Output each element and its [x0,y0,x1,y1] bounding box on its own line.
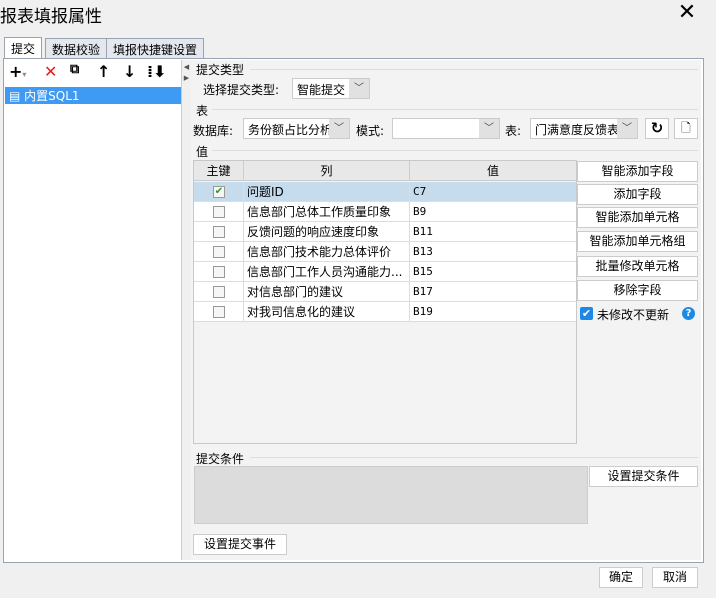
tab-data-validation[interactable]: 数据校验 [45,38,108,59]
value-cell[interactable]: B15 [410,262,576,282]
no-update-checkbox[interactable]: ✔ [580,307,593,320]
field-table: 主键 列 值 ✔ 问题ID C7 信息部门总体工作质量印象 B9 反馈问题的响应… [193,160,577,444]
value-cell[interactable]: B13 [410,242,576,262]
help-icon[interactable]: ? [682,307,695,320]
key-cell [194,282,244,302]
mode-label: 模式: [356,124,385,138]
header-value[interactable]: 值 [410,161,576,181]
close-button[interactable]: ✕ [676,0,698,25]
key-cell [194,302,244,322]
value-cell[interactable]: B11 [410,222,576,242]
table-row[interactable]: 对信息部门的建议 B17 [194,282,576,302]
splitter-handle[interactable]: ◀ ▶ [182,60,191,560]
value-cell[interactable]: B19 [410,302,576,322]
column-cell[interactable]: 反馈问题的响应速度印象 [244,222,410,242]
column-cell[interactable]: 信息部门总体工作质量印象 [244,202,410,222]
side-button[interactable]: 智能添加单元格组 [577,231,698,252]
header-column[interactable]: 列 [244,161,410,181]
ok-button[interactable]: 确定 [599,567,643,588]
key-checkbox[interactable] [213,246,225,258]
condition-area [194,466,588,524]
no-update-label: 未修改不更新 [597,308,670,322]
table-row[interactable]: 反馈问题的响应速度印象 B11 [194,222,576,242]
table-icon: ▤ [9,89,25,103]
section-condition: 提交条件 [196,452,245,466]
mode-select[interactable]: ﹀ [392,118,500,139]
database-select[interactable]: 务份额占比分析 ﹀ [243,118,350,139]
table-row[interactable]: 信息部门技术能力总体评价 B13 [194,242,576,262]
dialog-title: 报表填报属性 [0,7,102,27]
key-cell [194,262,244,282]
table-select[interactable]: 门满意度反馈表 ﹀ [530,118,638,139]
column-cell[interactable]: 信息部门技术能力总体评价 [244,242,410,262]
table-row[interactable]: ✔ 问题ID C7 [194,182,576,202]
key-checkbox[interactable] [213,206,225,218]
cancel-button[interactable]: 取消 [652,567,698,588]
section-submit-type: 提交类型 [196,63,245,77]
value-cell[interactable]: C7 [410,182,576,202]
delete-icon[interactable]: ✕ [44,62,57,81]
tree-item-sql[interactable]: ▤ 内置SQL1 [5,87,181,104]
move-bottom-icon[interactable]: ⁞⬇ [147,62,166,81]
value-cell[interactable]: B17 [410,282,576,302]
move-down-icon[interactable]: ↓ [123,62,136,81]
document-search-icon: 🗋 [681,121,691,135]
table-row[interactable]: 信息部门总体工作质量印象 B9 [194,202,576,222]
left-panel [4,60,182,560]
side-button[interactable]: 智能添加字段 [577,161,698,182]
key-checkbox[interactable] [213,306,225,318]
key-checkbox[interactable] [213,226,225,238]
key-checkbox[interactable] [213,286,225,298]
database-label: 数据库: [193,124,234,138]
key-checkbox[interactable] [213,266,225,278]
refresh-icon: ↻ [650,119,664,137]
value-cell[interactable]: B9 [410,202,576,222]
side-button[interactable]: 批量修改单元格 [577,256,698,277]
table-row[interactable]: 信息部门工作人员沟通能力... B15 [194,262,576,282]
side-button[interactable]: 添加字段 [577,184,698,205]
key-cell [194,222,244,242]
tab-shortcut-settings[interactable]: 填报快捷键设置 [106,38,205,59]
column-cell[interactable]: 对信息部门的建议 [244,282,410,302]
chevron-down-icon: ﹀ [479,119,499,138]
submit-type-select[interactable]: 智能提交 ﹀ [292,78,370,99]
chevron-down-icon: ﹀ [329,119,349,138]
copy-icon[interactable]: ⧉ [70,62,79,77]
section-table: 表 [196,104,209,118]
move-up-icon[interactable]: ↑ [97,62,110,81]
column-cell[interactable]: 问题ID [244,182,410,202]
refresh-button[interactable]: ↻ [645,118,669,139]
preview-button[interactable]: 🗋 [674,118,698,139]
key-cell: ✔ [194,182,244,202]
column-cell[interactable]: 对我司信息化的建议 [244,302,410,322]
tab-submit[interactable]: 提交 [4,37,43,59]
key-checkbox[interactable]: ✔ [213,186,225,198]
set-event-button[interactable]: 设置提交事件 [193,534,287,555]
table-label: 表: [505,124,522,138]
side-button[interactable]: 移除字段 [577,280,698,301]
set-condition-button[interactable]: 设置提交条件 [589,466,698,487]
key-cell [194,202,244,222]
key-cell [194,242,244,262]
add-icon[interactable]: +▾ [9,62,26,81]
section-values: 值 [196,145,209,159]
side-button[interactable]: 智能添加单元格 [577,207,698,228]
header-key[interactable]: 主键 [194,161,244,181]
chevron-down-icon: ﹀ [349,79,369,98]
column-cell[interactable]: 信息部门工作人员沟通能力... [244,262,410,282]
chevron-down-icon: ﹀ [617,119,637,138]
table-row[interactable]: 对我司信息化的建议 B19 [194,302,576,322]
submit-type-label: 选择提交类型: [203,83,280,97]
